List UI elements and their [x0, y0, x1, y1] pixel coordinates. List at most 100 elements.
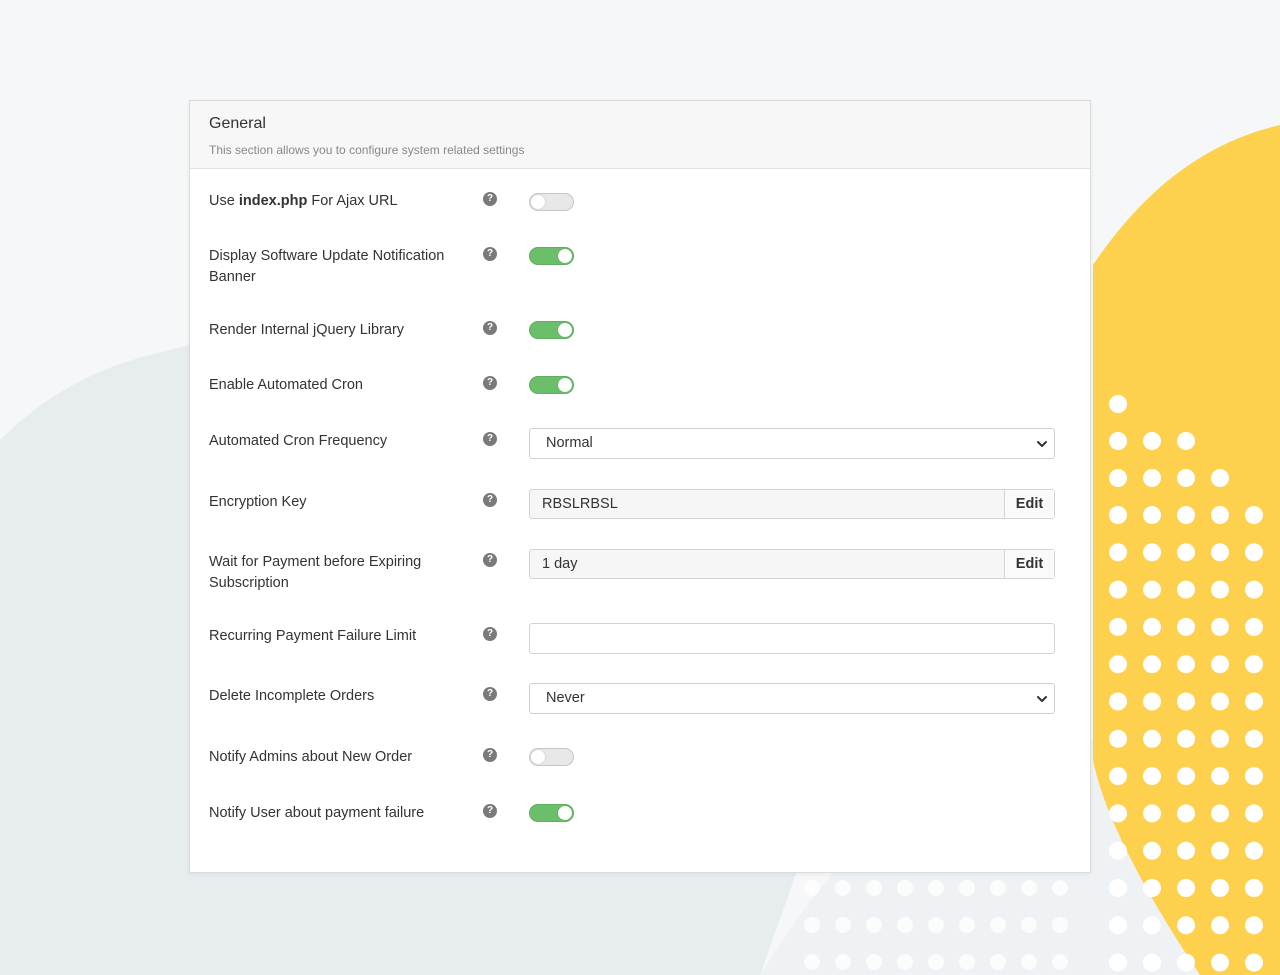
- question-circle-icon[interactable]: ?: [483, 432, 497, 446]
- decorative-dot: [1211, 916, 1229, 935]
- question-circle-icon[interactable]: ?: [483, 493, 497, 507]
- decorative-dot: [1245, 655, 1263, 674]
- decorative-dot: [1211, 804, 1229, 823]
- decorative-dot: [1143, 617, 1161, 636]
- decorative-dot: [1109, 655, 1127, 674]
- decorative-dot: [1143, 804, 1161, 823]
- decorative-dot: [1109, 432, 1127, 450]
- decorative-dot: [1245, 617, 1263, 636]
- decorative-dot: [990, 917, 1006, 933]
- question-circle-icon[interactable]: ?: [483, 376, 497, 390]
- decorative-dot: [1143, 506, 1161, 524]
- decorative-dot: [1143, 580, 1161, 599]
- decorative-dot: [1211, 655, 1229, 674]
- decorative-dot: [1177, 841, 1195, 860]
- question-circle-icon[interactable]: ?: [483, 804, 497, 818]
- decorative-dot: [1245, 767, 1263, 786]
- decorative-dot: [1177, 655, 1195, 674]
- decorative-dot: [1211, 729, 1229, 748]
- question-circle-icon[interactable]: ?: [483, 748, 497, 762]
- toggle-knob: [558, 378, 572, 392]
- decorative-dot: [1245, 692, 1263, 711]
- toggle-knob: [531, 750, 545, 764]
- decorative-dot: [1143, 543, 1161, 562]
- setting-label: Delete Incomplete Orders: [209, 688, 375, 704]
- decorative-dot: [897, 880, 913, 896]
- question-circle-icon[interactable]: ?: [483, 247, 497, 261]
- toggle-display-update-banner[interactable]: [529, 247, 574, 265]
- decorative-dot: [1211, 953, 1229, 972]
- select-value: Normal: [546, 435, 593, 451]
- toggle-use-index-php[interactable]: [529, 193, 574, 211]
- decorative-dot: [1211, 506, 1229, 524]
- decorative-dot: [835, 954, 851, 970]
- decorative-dot: [866, 917, 882, 933]
- section-description: This section allows you to configure sys…: [209, 143, 525, 157]
- decorative-dot: [1052, 954, 1068, 970]
- decorative-dot: [1177, 767, 1195, 786]
- decorative-dot: [1109, 395, 1127, 413]
- decorative-dot: [1177, 506, 1195, 524]
- decorative-dot: [1177, 879, 1195, 897]
- decorative-dot: [1211, 879, 1229, 897]
- decorative-dot: [1177, 543, 1195, 562]
- toggle-knob: [558, 249, 572, 263]
- decorative-dot: [1143, 767, 1161, 786]
- decorative-dot: [1177, 432, 1195, 450]
- decorative-dot: [928, 880, 944, 896]
- decorative-dot: [1245, 506, 1263, 524]
- toggle-render-jquery[interactable]: [529, 321, 574, 339]
- decorative-dot: [1143, 916, 1161, 935]
- decorative-dot: [1109, 916, 1127, 935]
- decorative-dot: [1109, 692, 1127, 711]
- cron-frequency-select[interactable]: Normal: [529, 428, 1055, 459]
- decorative-dot: [835, 880, 851, 896]
- decorative-dot: [1177, 953, 1195, 972]
- setting-label: Encryption Key: [209, 494, 307, 510]
- question-circle-icon[interactable]: ?: [483, 192, 497, 206]
- decorative-dot: [835, 917, 851, 933]
- toggle-notify-admins[interactable]: [529, 748, 574, 766]
- decorative-dot: [1109, 804, 1127, 823]
- decorative-dot: [866, 954, 882, 970]
- question-circle-icon[interactable]: ?: [483, 687, 497, 701]
- toggle-automated-cron[interactable]: [529, 376, 574, 394]
- decorative-dot: [1245, 841, 1263, 860]
- decorative-dot: [1109, 767, 1127, 786]
- decorative-dot: [1211, 617, 1229, 636]
- setting-label: Use index.php For Ajax URL: [209, 193, 398, 209]
- edit-wait-for-payment-button[interactable]: Edit: [1004, 550, 1054, 578]
- decorative-dot: [1109, 729, 1127, 748]
- decorative-dot: [1177, 916, 1195, 935]
- panel-header: General This section allows you to confi…: [190, 101, 1090, 169]
- delete-incomplete-orders-select[interactable]: Never: [529, 683, 1055, 714]
- question-circle-icon[interactable]: ?: [483, 627, 497, 641]
- edit-encryption-key-button[interactable]: Edit: [1004, 490, 1054, 518]
- decorative-dot: [1021, 954, 1037, 970]
- setting-label: Enable Automated Cron: [209, 377, 363, 393]
- decorative-dot: [1109, 469, 1127, 487]
- decorative-dot: [1177, 729, 1195, 748]
- decorative-dot: [1143, 655, 1161, 674]
- decorative-dot: [1109, 879, 1127, 897]
- decorative-dot: [1245, 916, 1263, 935]
- toggle-notify-user-payment-failure[interactable]: [529, 804, 574, 822]
- decorative-dot: [1211, 767, 1229, 786]
- setting-label: Notify User about payment failure: [209, 805, 425, 821]
- failure-limit-input[interactable]: [529, 623, 1055, 654]
- decorative-dot: [1109, 953, 1127, 972]
- decorative-dot: [959, 880, 975, 896]
- decorative-dot: [804, 917, 820, 933]
- decorative-dot: [1211, 692, 1229, 711]
- decorative-dot: [1245, 543, 1263, 562]
- question-circle-icon[interactable]: ?: [483, 553, 497, 567]
- decorative-dot: [1245, 729, 1263, 748]
- toggle-knob: [531, 195, 545, 209]
- decorative-dot: [1177, 692, 1195, 711]
- decorative-dot: [1177, 469, 1195, 487]
- decorative-dot: [1143, 692, 1161, 711]
- decorative-dot: [1143, 953, 1161, 972]
- question-circle-icon[interactable]: ?: [483, 321, 497, 335]
- decorative-dot: [1177, 617, 1195, 636]
- setting-label-bold: index.php: [238, 193, 308, 209]
